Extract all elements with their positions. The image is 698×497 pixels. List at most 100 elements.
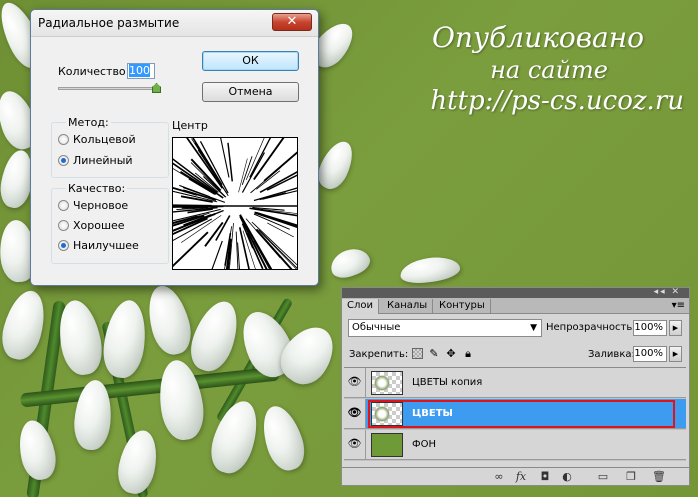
opacity-flyout-button[interactable]: ▶ [669,320,682,336]
new-layer-icon[interactable]: ❐ [624,470,638,483]
lock-label: Закрепить: [349,349,409,360]
trash-icon[interactable]: 🗑︎ [652,470,666,483]
fx-icon[interactable]: fx [514,470,528,483]
watermark-line-2: на сайте [490,56,608,84]
layer-name[interactable]: ЦВЕТЫ копия [412,377,482,388]
zoom-rays-preview [121,116,331,315]
layers-list: 👁︎ ЦВЕТЫ копия 👁︎ ЦВЕТЫ 👁︎ ФОН [344,367,686,461]
radio-zoom-indicator[interactable] [58,155,69,166]
quality-option-label: Черновое [73,199,129,212]
method-legend: Метод: [66,116,111,129]
panel-tabs: Слои Каналы Контуры ▾≡ [342,298,689,314]
group-icon[interactable]: ▭ [596,470,610,483]
method-option-label: Кольцевой [73,133,136,146]
layer-thumbnail[interactable] [371,371,403,395]
dialog-title: Радиальное размытие [38,16,180,30]
blend-mode-value: Обычные [352,322,401,333]
radio-good-indicator[interactable] [58,220,69,231]
flower-petal [14,417,60,483]
preview-ray [263,148,302,182]
eye-icon[interactable]: 👁︎ [344,430,366,459]
radio-best-indicator[interactable] [58,240,69,251]
eye-icon[interactable]: 👁︎ [344,399,366,428]
highlight-frame [368,400,675,428]
adjustment-icon[interactable]: ◐ [560,470,574,483]
close-button[interactable]: ✕ [272,13,312,31]
tab-paths[interactable]: Контуры [434,299,491,314]
link-icon[interactable]: ∞ [492,470,506,483]
lock-all-icon[interactable]: 🔒︎ [462,347,474,361]
opacity-input[interactable]: 100% [633,320,667,336]
preview-ray [241,156,253,185]
layers-panel: ◂◂ ✕ Слои Каналы Контуры ▾≡ Обычные ▼ Не… [341,287,690,486]
watermark-url: http://ps-cs.ucoz.ru [430,86,684,116]
tab-channels[interactable]: Каналы [382,299,434,314]
method-group: Метод: Кольцевой Линейный [51,116,169,178]
flower-petal [0,286,52,364]
amount-input[interactable]: 100 [127,63,155,79]
radial-blur-dialog: Радиальное размытие ✕ Количество 100 ОК … [30,9,331,315]
method-radio-zoom[interactable]: Линейный [58,154,133,167]
flower-petal [183,295,247,377]
flower-petal [154,357,208,443]
lock-pixels-icon[interactable]: ✎ [428,347,440,361]
center-label: Центр [172,119,208,132]
tab-layers[interactable]: Слои [342,299,379,314]
fill-flyout-button[interactable]: ▶ [669,346,682,362]
flower-petal [398,253,462,287]
flower-petal [204,395,266,479]
preview-ray [253,185,304,202]
flower-petal [312,136,360,194]
layer-row-selected[interactable]: 👁︎ ЦВЕТЫ [344,399,686,429]
quality-option-label: Наилучшее [73,239,139,252]
amount-label: Количество [58,65,126,78]
amount-slider-thumb[interactable] [152,83,161,93]
lock-position-icon[interactable]: ✥ [445,347,457,361]
flower-petal [255,401,311,475]
eye-icon[interactable]: 👁︎ [344,368,366,397]
preview-ray [172,190,218,203]
cancel-button[interactable]: Отмена [202,82,299,102]
amount-slider-track[interactable] [58,87,158,90]
fill-label: Заливка: [588,349,635,360]
quality-radio-draft[interactable]: Черновое [58,199,128,212]
preview-ray [238,158,248,193]
collapse-icon[interactable]: ◂◂ ✕ [654,287,681,297]
amount-value: 100 [129,64,150,77]
panel-header-strip[interactable]: ◂◂ ✕ [342,287,689,298]
ok-button[interactable]: ОК [202,51,299,71]
blend-mode-select[interactable]: Обычные ▼ [348,319,542,337]
preview-ray [200,240,223,299]
layer-thumbnail[interactable] [371,433,403,457]
blur-center-preview[interactable] [121,116,331,315]
fill-input[interactable]: 100% [633,346,667,362]
panel-footer: ∞ fx ◘ ◐ ▭ ❐ 🗑︎ [342,467,689,485]
radio-spin-indicator[interactable] [58,134,69,145]
lock-options: ✎ ✥ 🔒︎ [412,347,474,361]
dropdown-arrow-icon[interactable]: ▼ [530,320,537,336]
flower-petal [141,281,197,359]
watermark-line-1: Опубликовано [431,21,644,54]
method-option-label: Линейный [73,154,133,167]
layer-row[interactable]: 👁︎ ЦВЕТЫ копия [344,368,686,398]
quality-group: Качество: Черновое Хорошее Наилучшее [51,182,169,264]
flower-petal [99,297,151,381]
panel-menu-icon[interactable]: ▾≡ [672,300,685,311]
dialog-titlebar[interactable]: Радиальное размытие ✕ [31,10,318,37]
mask-icon[interactable]: ◘ [538,470,552,483]
preview-ray [256,170,281,190]
preview-ray [237,242,242,296]
layer-row[interactable]: 👁︎ ФОН [344,430,686,460]
radio-draft-indicator[interactable] [58,200,69,211]
quality-radio-best[interactable]: Наилучшее [58,239,139,252]
layer-name[interactable]: ФОН [412,439,436,450]
method-radio-spin[interactable]: Кольцевой [58,133,136,146]
site-watermark: Опубликовано на сайте http://ps-cs.ucoz.… [424,20,684,118]
preview-ray [241,152,265,193]
flower-petal [113,426,163,497]
quality-radio-good[interactable]: Хорошее [58,219,125,232]
quality-option-label: Хорошее [73,219,125,232]
opacity-label: Непрозрачность: [546,322,636,333]
flower-petal [326,243,374,283]
lock-transparency-icon[interactable] [412,348,423,359]
